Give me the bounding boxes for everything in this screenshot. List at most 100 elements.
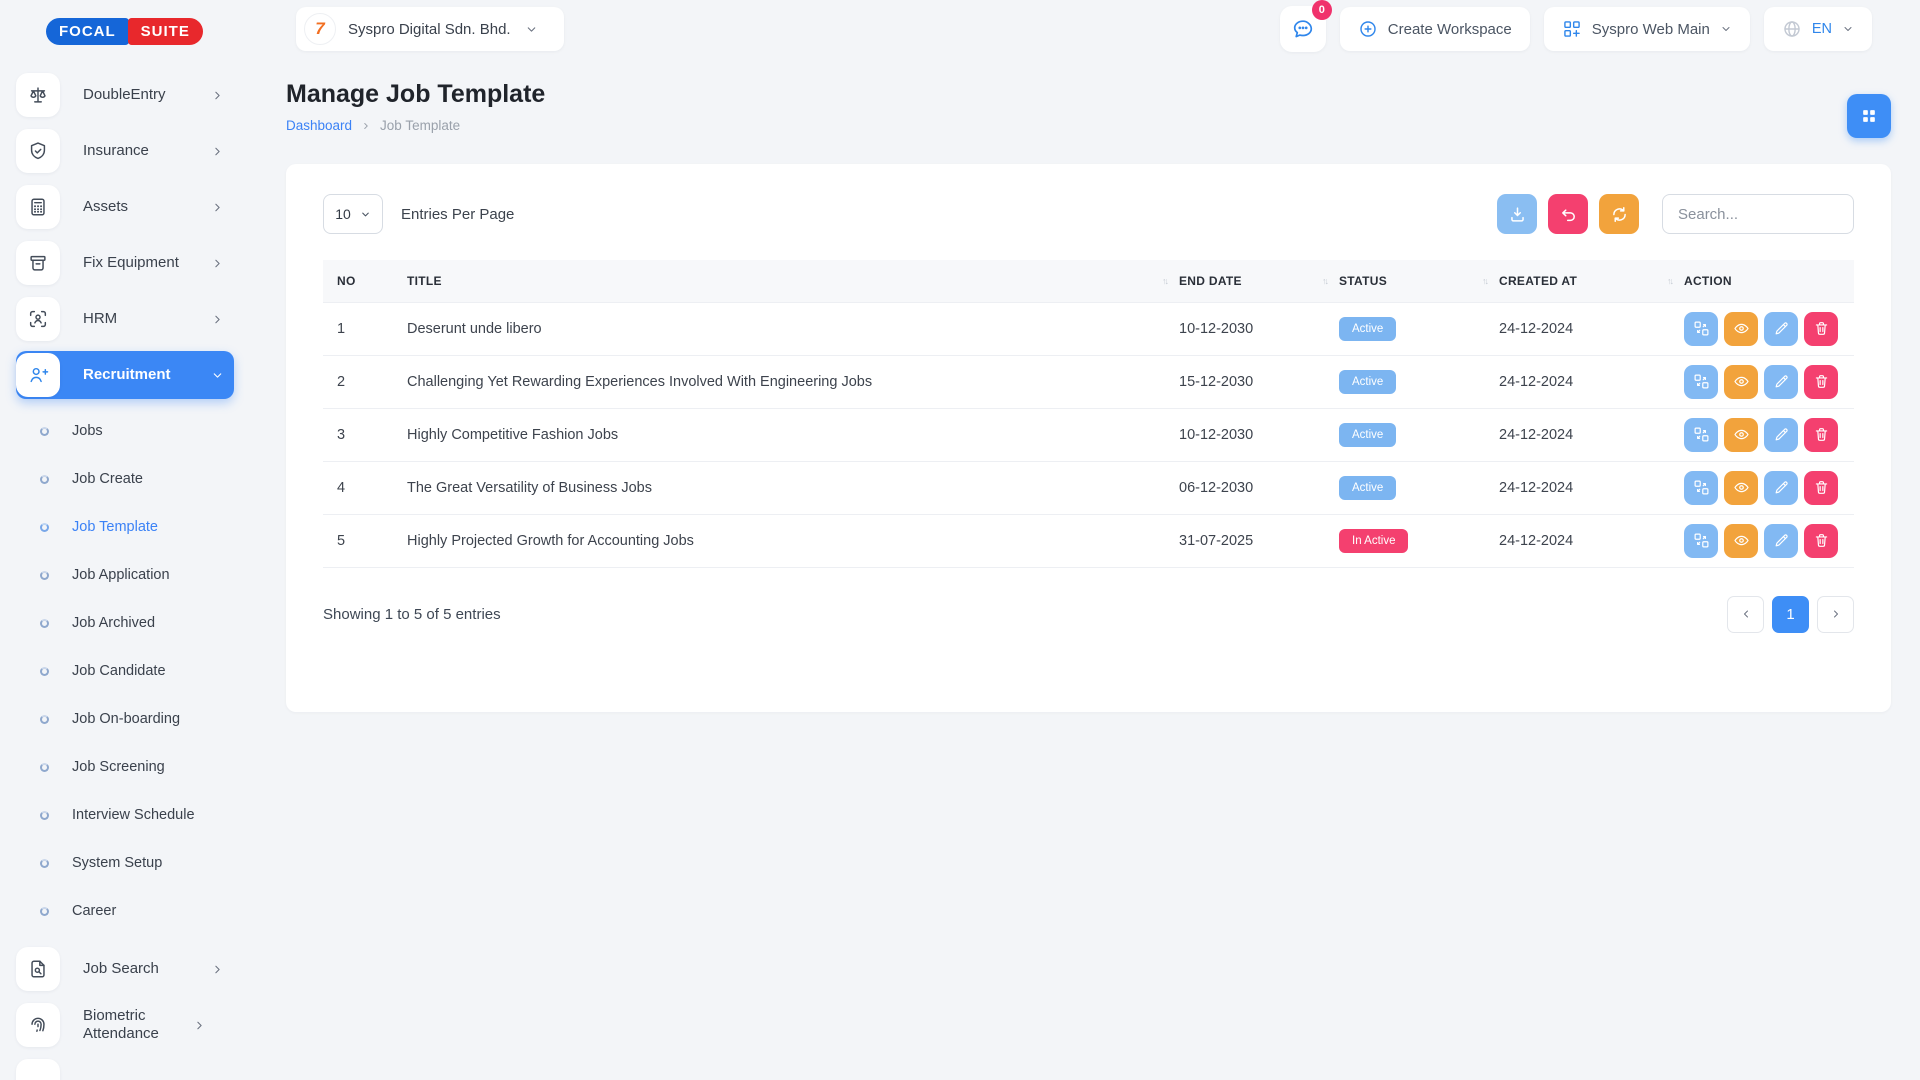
refresh-icon: [1610, 205, 1629, 224]
eye-icon: [1733, 320, 1750, 337]
cell-title: Deserunt unde libero: [401, 302, 1173, 355]
language-selector[interactable]: EN: [1764, 7, 1872, 51]
pencil-action-button[interactable]: [1764, 312, 1798, 346]
entries-per-page-select[interactable]: 10: [323, 194, 383, 234]
eye-action-button[interactable]: [1724, 471, 1758, 505]
convert-action-button[interactable]: [1684, 418, 1718, 452]
create-workspace-button[interactable]: Create Workspace: [1340, 7, 1530, 51]
download-icon: [1508, 205, 1527, 224]
convert-action-button[interactable]: [1684, 365, 1718, 399]
trash-action-button[interactable]: [1804, 524, 1838, 558]
sidebar-item-hrm[interactable]: HRM: [16, 295, 234, 343]
cell-status: Active: [1333, 408, 1493, 461]
create-workspace-label: Create Workspace: [1388, 21, 1512, 38]
reset-button[interactable]: [1548, 194, 1588, 234]
sidebar-item-system-setup[interactable]: System Setup: [0, 839, 244, 887]
sidebar-subitem-label: Job Application: [72, 567, 170, 583]
sidebar: FOCAL SUITE DoubleEntryInsuranceAssetsFi…: [0, 0, 244, 1080]
sidebar-item-recruitment[interactable]: Recruitment: [16, 351, 234, 399]
table-row: 2Challenging Yet Rewarding Experiences I…: [323, 355, 1854, 408]
convert-icon: [1693, 373, 1710, 390]
eye-action-button[interactable]: [1724, 418, 1758, 452]
pencil-action-button[interactable]: [1764, 524, 1798, 558]
sidebar-item-biometric-attendance[interactable]: Biometric Attendance: [16, 1001, 234, 1049]
sort-icon: ↑↓: [1322, 276, 1327, 286]
chevron-right-icon: [211, 89, 224, 102]
cell-title: Challenging Yet Rewarding Experiences In…: [401, 355, 1173, 408]
cell-title: Highly Competitive Fashion Jobs: [401, 408, 1173, 461]
pagination-page-1[interactable]: 1: [1772, 596, 1809, 633]
sidebar-item-job-on-boarding[interactable]: Job On-boarding: [0, 695, 244, 743]
pencil-action-button[interactable]: [1764, 471, 1798, 505]
sidebar-item-assets[interactable]: Assets: [16, 183, 234, 231]
scales-icon: [16, 73, 60, 117]
convert-action-button[interactable]: [1684, 471, 1718, 505]
chevron-down-icon: [1842, 23, 1854, 35]
sidebar-item-label: Recruitment: [83, 366, 211, 384]
column-header-status[interactable]: STATUS↑↓: [1333, 260, 1493, 302]
sidebar-item-partial[interactable]: [16, 1057, 234, 1080]
chevron-right-icon: [211, 313, 224, 326]
sidebar-item-label: Insurance: [83, 142, 211, 160]
sidebar-item-job-search[interactable]: Job Search: [16, 945, 234, 993]
trash-action-button[interactable]: [1804, 471, 1838, 505]
search-input[interactable]: [1662, 194, 1854, 234]
sidebar-item-jobs[interactable]: Jobs: [0, 407, 244, 455]
table-row: 1Deserunt unde libero10-12-2030Active24-…: [323, 302, 1854, 355]
column-header-end-date[interactable]: END DATE↑↓: [1173, 260, 1333, 302]
bullet-icon: [40, 475, 49, 484]
app-switcher[interactable]: Syspro Web Main: [1544, 7, 1750, 51]
sidebar-item-job-create[interactable]: Job Create: [0, 455, 244, 503]
sidebar-item-insurance[interactable]: Insurance: [16, 127, 234, 175]
sidebar-item-fix-equipment[interactable]: Fix Equipment: [16, 239, 234, 287]
sidebar-item-label: Assets: [83, 198, 211, 216]
sidebar-item-job-archived[interactable]: Job Archived: [0, 599, 244, 647]
trash-action-button[interactable]: [1804, 418, 1838, 452]
trash-action-button[interactable]: [1804, 312, 1838, 346]
sidebar-item-job-candidate[interactable]: Job Candidate: [0, 647, 244, 695]
trash-action-button[interactable]: [1804, 365, 1838, 399]
chevron-right-icon: [211, 201, 224, 214]
table-row: 5Highly Projected Growth for Accounting …: [323, 514, 1854, 567]
sidebar-item-job-template[interactable]: Job Template: [0, 503, 244, 551]
sidebar-item-career[interactable]: Career: [0, 887, 244, 935]
column-header-created-at[interactable]: CREATED AT↑↓: [1493, 260, 1678, 302]
chat-button[interactable]: 0: [1280, 6, 1326, 52]
sidebar-subitem-label: Interview Schedule: [72, 807, 195, 823]
eye-action-button[interactable]: [1724, 365, 1758, 399]
eye-action-button[interactable]: [1724, 312, 1758, 346]
pencil-icon: [1773, 479, 1790, 496]
cell-actions: [1678, 408, 1854, 461]
sidebar-item-doubleentry[interactable]: DoubleEntry: [16, 71, 234, 119]
refresh-button[interactable]: [1599, 194, 1639, 234]
convert-action-button[interactable]: [1684, 312, 1718, 346]
company-workspace-selector[interactable]: 7 Syspro Digital Sdn. Bhd.: [296, 7, 564, 51]
eye-action-button[interactable]: [1724, 524, 1758, 558]
status-badge: Active: [1339, 476, 1396, 500]
cell-actions: [1678, 514, 1854, 567]
sidebar-subitem-label: System Setup: [72, 855, 162, 871]
status-badge: In Active: [1339, 529, 1408, 553]
bullet-icon: [40, 667, 49, 676]
column-header-title[interactable]: TITLE↑↓: [401, 260, 1173, 302]
sidebar-item-job-screening[interactable]: Job Screening: [0, 743, 244, 791]
pagination-prev-button[interactable]: [1727, 596, 1764, 633]
pencil-action-button[interactable]: [1764, 418, 1798, 452]
cell-created-at: 24-12-2024: [1493, 355, 1678, 408]
grid-icon: [1859, 106, 1879, 126]
chevron-down-icon: [525, 23, 538, 36]
layout-grid-button[interactable]: [1847, 94, 1891, 138]
pagination-next-button[interactable]: [1817, 596, 1854, 633]
job-template-card: 10 Entries Per Page: [286, 164, 1891, 712]
chat-icon: [1291, 17, 1315, 41]
table-footer: Showing 1 to 5 of 5 entries 1: [323, 596, 1854, 633]
export-button[interactable]: [1497, 194, 1537, 234]
cell-end-date: 06-12-2030: [1173, 461, 1333, 514]
breadcrumb-dashboard-link[interactable]: Dashboard: [286, 118, 352, 133]
status-badge: Active: [1339, 423, 1396, 447]
pencil-action-button[interactable]: [1764, 365, 1798, 399]
table-head: NOTITLE↑↓END DATE↑↓STATUS↑↓CREATED AT↑↓A…: [323, 260, 1854, 302]
sidebar-item-interview-schedule[interactable]: Interview Schedule: [0, 791, 244, 839]
sidebar-item-job-application[interactable]: Job Application: [0, 551, 244, 599]
convert-action-button[interactable]: [1684, 524, 1718, 558]
